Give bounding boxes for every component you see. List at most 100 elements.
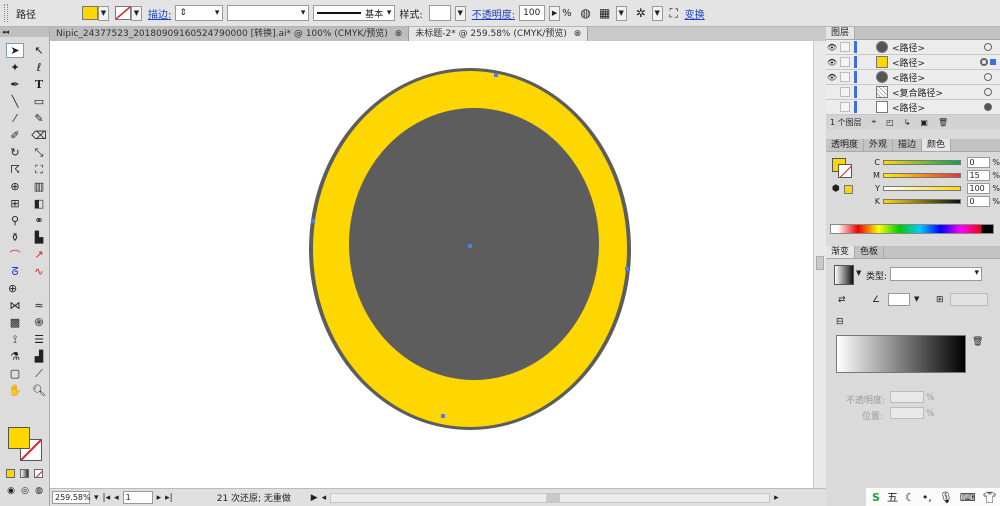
anchor-point[interactable] [441,414,445,418]
close-icon[interactable]: ⊗ [574,29,582,39]
status-menu-icon[interactable]: ▶ [311,493,318,503]
layer-row[interactable]: 👁︎ <路径> [826,70,1000,85]
target-icon[interactable] [984,88,992,96]
rotate-tool-icon[interactable]: ↻ [6,145,24,160]
width-tool-icon[interactable]: ⋈ [6,298,24,313]
clipping-mask-icon[interactable]: ◰ [886,118,894,127]
scroll-left-icon[interactable]: ◂ [322,493,327,503]
layer-row[interactable]: <复合路径> [826,85,1000,100]
pen-tool-icon[interactable]: ✒ [6,77,24,92]
gradient-type-select[interactable]: ▾ [890,267,982,281]
wave-tool-icon[interactable]: ≈ [30,298,48,313]
magic-wand-tool-icon[interactable]: ✦ [6,60,24,75]
last-page-icon[interactable]: ▸| [165,493,173,503]
blend-tool-icon[interactable]: ⚭ [30,213,48,228]
free-transform-tool-icon[interactable]: ⛶ [30,162,48,177]
gradient-mode-icon[interactable] [20,469,29,478]
hand-tool-icon[interactable]: ✋ [6,383,24,398]
new-sublayer-icon[interactable]: ↳ [904,118,911,127]
panel-grip[interactable] [4,4,8,22]
style-dropdown-arrow[interactable]: ▼ [454,5,466,21]
prev-page-icon[interactable]: ◂ [114,493,119,503]
k-slider[interactable] [882,199,961,204]
draw-behind-icon[interactable]: ◎ [19,485,31,497]
artboard-tool-icon[interactable]: ▢ [6,366,24,381]
tab-appearance[interactable]: 外观 [864,139,894,151]
stroke-weight-field[interactable]: ⇕ ▾ [175,5,224,21]
selection-square-icon[interactable] [990,59,996,65]
transform-link[interactable]: 变换 [685,6,705,21]
zoom-dropdown-icon[interactable]: ▾ [94,493,99,503]
sogou-logo-icon[interactable]: S [872,491,880,504]
fill-indicator[interactable] [8,427,30,449]
crosshair-tool-icon[interactable]: ⊕ [6,281,24,296]
smooth-tool-icon[interactable]: ∿ [30,264,48,279]
shape-builder-tool-icon[interactable]: ⊕ [6,179,24,194]
new-layer-icon[interactable]: ▣ [920,118,928,127]
color-spectrum[interactable] [830,224,994,234]
opacity-dropdown-arrow[interactable]: ▶ [549,5,561,21]
tab-document-2[interactable]: 未标题-2* @ 259.58% (CMYK/预览) ⊗ [409,27,589,41]
target-icon[interactable] [984,43,992,51]
anchor-convert-tool-icon[interactable]: ⌒ [6,247,24,262]
mini-fill-swatch[interactable] [844,185,853,194]
zoom-tool-icon[interactable]: 🔍︎ [30,383,48,398]
curve-tool-icon[interactable]: ↗ [30,247,48,262]
blob-brush-tool-icon[interactable]: ✐ [6,128,24,143]
perspective-grid-tool-icon[interactable]: ▥ [30,179,48,194]
warp-tool-icon[interactable]: ☈ [6,162,24,177]
paintbrush-tool-icon[interactable]: ⁄ [6,111,24,126]
fill-dropdown-arrow[interactable]: ▼ [98,5,109,21]
tab-swatches[interactable]: 色板 [855,246,885,258]
delete-stop-icon[interactable]: 🗑︎ [972,337,983,347]
lock-toggle[interactable] [840,72,850,82]
symbol-sprayer-tool-icon[interactable]: ⚱ [6,230,24,245]
layer-row[interactable]: 👁︎ <路径> [826,40,1000,55]
tab-gradient[interactable]: 渐变 [826,246,856,258]
eraser-tool-icon[interactable]: ⌫ [30,128,48,143]
recolor-icon[interactable]: ◍ [578,5,594,21]
page-field[interactable]: 1 [122,491,153,504]
horizontal-scrollbar[interactable] [330,492,771,503]
stroke-link[interactable]: 描边: [148,6,171,21]
zoom-field[interactable]: 259.58% [52,491,91,504]
opacity-input[interactable]: 100 [519,5,546,21]
tools-panel-header[interactable]: ◂◂ [0,27,49,37]
eye-icon[interactable]: 👁︎ [826,73,838,82]
pencil-tool-icon[interactable]: ✎ [30,111,48,126]
anchor-point[interactable] [311,219,315,223]
none-mode-icon[interactable] [34,469,43,478]
bezier-tool-icon[interactable]: ⟟ [6,332,24,347]
direct-selection-tool-icon[interactable]: ↖ [30,43,48,58]
stroke-profile-field[interactable]: 基本 ▾ [313,5,396,21]
line-tool-icon[interactable]: ╲ [6,94,24,109]
variable-width-field[interactable]: ▾ [227,5,310,21]
shirt-icon[interactable]: 👕︎ [983,491,997,504]
anchor-point[interactable] [625,267,629,271]
layer-row[interactable]: <路径> [826,100,1000,115]
target-filled-icon[interactable] [984,103,992,111]
next-page-icon[interactable]: ▸ [157,493,162,503]
scroll-thumb[interactable] [546,493,561,502]
panel-stroke-swatch[interactable] [838,164,852,178]
rectangle-tool-icon[interactable]: ▭ [30,94,48,109]
stroke-dropdown-arrow[interactable]: ▼ [131,5,142,21]
cube-icon[interactable]: ⬢ [832,184,840,194]
punctuation-icon[interactable]: •, [922,491,932,504]
angle-input[interactable] [888,293,910,306]
moon-icon[interactable]: ☾ [905,491,915,504]
tab-document-1[interactable]: Nipic_24377523_20180909160524790000 [转换]… [50,27,410,41]
type-tool-icon[interactable]: T [30,77,48,92]
draw-normal-icon[interactable]: ◉ [5,485,17,497]
draw-inside-icon[interactable]: ◍ [33,485,45,497]
measure-tool-icon[interactable]: ▟ [30,349,48,364]
selection-tool-icon[interactable]: ➤ [6,43,24,58]
tab-layers[interactable]: 图层 [826,27,856,39]
delete-layer-icon[interactable]: 🗑︎ [938,118,948,127]
angle-dropdown-arrow[interactable]: ▼ [914,295,919,303]
first-page-icon[interactable]: |◂ [103,493,111,503]
mesh-tool-icon[interactable]: ⊞ [6,196,24,211]
opacity-link[interactable]: 不透明度: [472,6,515,21]
anchor-point[interactable] [494,73,498,77]
target-icon[interactable] [984,73,992,81]
